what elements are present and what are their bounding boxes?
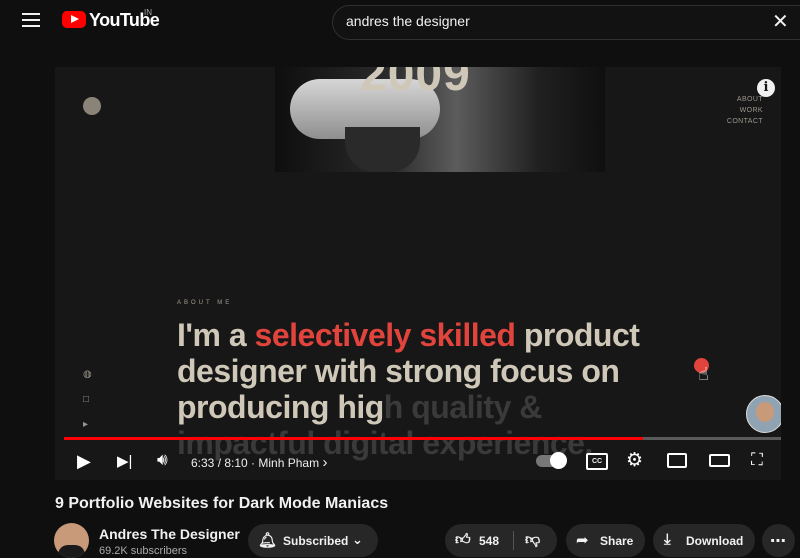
webcam-overlay (746, 395, 781, 433)
play-icon[interactable]: ▶ (77, 451, 91, 472)
menu-icon[interactable] (22, 13, 40, 27)
like-dislike-group: 👍︎ 548 👎︎ (445, 524, 557, 557)
more-icon: ⋯ (770, 533, 786, 550)
like-icon[interactable]: 👍︎ (455, 531, 471, 549)
progress-bar[interactable] (64, 437, 781, 440)
subscriber-count: 69.2K subscribers (99, 545, 188, 557)
progress-played (64, 437, 643, 440)
video-player[interactable]: 2009 i ABOUT WORK CONTACT ABOUT ME I'm a… (55, 67, 781, 480)
video-title: 9 Portfolio Websites for Dark Mode Mania… (55, 495, 389, 512)
site-nav-about: ABOUT (736, 96, 763, 103)
theater-mode-icon[interactable] (709, 454, 730, 467)
next-icon[interactable]: ▶| (117, 452, 132, 470)
fullscreen-icon[interactable]: ⛶ (751, 450, 763, 470)
share-icon: ➦ (576, 532, 589, 549)
chapter-chevron-icon[interactable]: › (322, 454, 327, 471)
miniplayer-icon[interactable] (667, 453, 687, 468)
about-label: ABOUT ME (177, 300, 233, 306)
hand-cursor-icon: ☝ (698, 364, 709, 384)
autoplay-toggle[interactable] (536, 452, 567, 469)
face-image (345, 127, 420, 172)
chevron-down-icon: ⌄ (352, 532, 363, 547)
settings-icon[interactable]: ⚙ (626, 449, 643, 472)
dislike-icon[interactable]: 👎︎ (525, 531, 540, 549)
volume-icon[interactable]: 🔊︎ (157, 450, 168, 470)
download-button[interactable]: ⤓ Download (653, 524, 755, 557)
youtube-logo-icon[interactable] (62, 11, 86, 28)
download-icon: ⤓ (664, 531, 671, 548)
subscribe-button[interactable]: 🔔︎ Subscribed ⌄ (248, 524, 378, 557)
time-display: 6:33 / 8:10 · Minh Pham › (191, 454, 328, 471)
search-input[interactable]: andres the designer (346, 13, 470, 29)
channel-name[interactable]: Andres The Designer (99, 526, 240, 542)
square-icon: □ (83, 394, 90, 405)
more-actions-button[interactable]: ⋯ (762, 524, 795, 557)
arrow-icon: ▸ (83, 419, 89, 430)
region-code: IN (144, 8, 152, 17)
channel-avatar[interactable] (54, 523, 89, 558)
clear-search-icon[interactable]: ✕ (772, 12, 789, 32)
info-icon[interactable]: i (757, 79, 775, 97)
like-count[interactable]: 548 (479, 534, 499, 548)
site-logo-icon (83, 97, 101, 115)
share-button[interactable]: ➦ Share (566, 524, 645, 557)
captions-icon[interactable]: CC (586, 453, 608, 470)
site-nav-work: WORK (739, 107, 763, 114)
bell-icon: 🔔︎ (258, 532, 278, 549)
globe-icon: ◍ (83, 369, 92, 380)
chapter-title[interactable]: Minh Pham (258, 456, 319, 470)
site-nav-contact: CONTACT (726, 118, 763, 125)
like-divider (513, 531, 514, 550)
hero-year: 2009 (360, 67, 471, 101)
